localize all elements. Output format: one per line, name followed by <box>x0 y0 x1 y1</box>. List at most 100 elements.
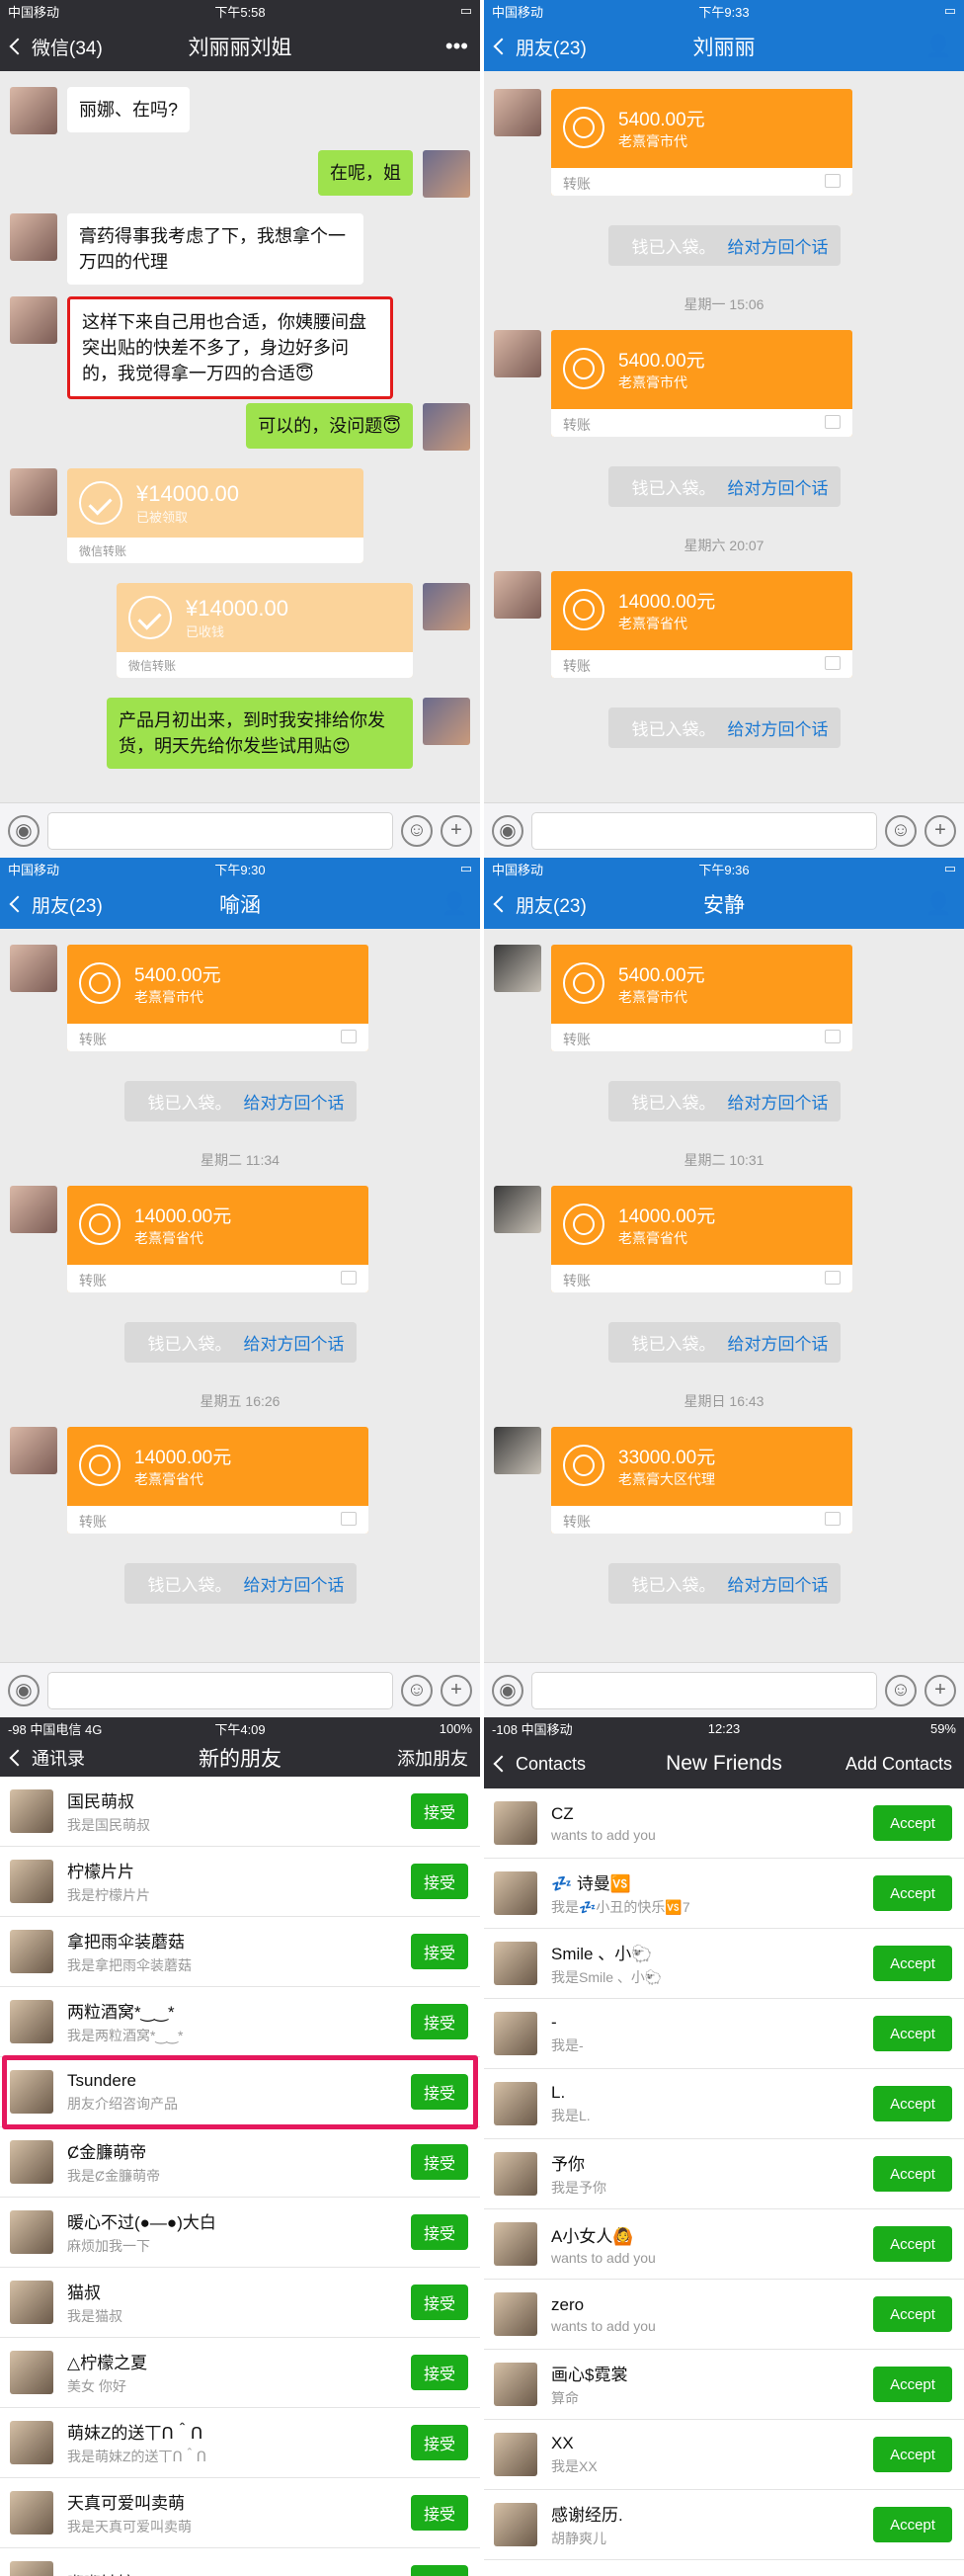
reply-link[interactable]: 给对方回个话 <box>728 1335 829 1354</box>
message-bubble[interactable]: 可以的，没问题😇 <box>246 403 413 449</box>
plus-icon[interactable]: + <box>441 814 472 847</box>
back-button[interactable]: Contacts <box>493 1754 586 1775</box>
accept-button[interactable]: 接受 <box>411 2004 468 2039</box>
accept-button[interactable]: 接受 <box>411 2495 468 2531</box>
friend-request-row[interactable]: 予你 我是予你 Accept <box>484 2139 964 2209</box>
accept-button[interactable]: Accept <box>873 2507 952 2542</box>
accept-button[interactable]: Accept <box>873 1946 952 1981</box>
friend-request-row[interactable]: 国民萌叔 我是国民萌叔 接受 <box>0 1777 480 1847</box>
transfer-card[interactable]: 5400.00元 老熹膏市代 转账 <box>551 330 852 437</box>
accept-button[interactable]: Accept <box>873 2156 952 2192</box>
transfer-card[interactable]: 14000.00元 老熹膏省代 转账 <box>67 1186 368 1292</box>
message-bubble[interactable]: 丽娜、在吗? <box>67 87 191 132</box>
friend-request-row[interactable]: CZ wants to add you Accept <box>484 1788 964 1859</box>
emoji-icon[interactable]: ☺ <box>885 1674 917 1706</box>
accept-button[interactable]: 接受 <box>411 2285 468 2320</box>
friend-request-row[interactable]: 💤 诗曼🆚 我是💤小丑的快乐🆚7 Accept <box>484 1859 964 1929</box>
contact-profile-icon[interactable]: 👤 <box>925 34 952 59</box>
transfer-card[interactable]: 5400.00元 老熹膏市代 转账 <box>67 945 368 1051</box>
accept-button[interactable]: 接受 <box>411 1864 468 1899</box>
plus-icon[interactable]: + <box>441 1674 472 1706</box>
emoji-icon[interactable]: ☺ <box>401 1674 433 1706</box>
accept-button[interactable]: 接受 <box>411 1934 468 1969</box>
back-button[interactable]: 朋友(23) <box>9 891 103 918</box>
more-icon[interactable]: ••• <box>445 34 468 59</box>
emoji-icon[interactable]: ☺ <box>401 814 433 847</box>
friend-request-row[interactable]: A小女人🙆 wants to add you Accept <box>484 2209 964 2280</box>
friend-request-row[interactable]: Tsundere 朋友介绍咨询产品 接受 <box>0 2057 480 2127</box>
friend-request-row[interactable]: 萌妹Z的送丅ᑎ＾ᑎ 我是萌妹Z的送丅ᑎ＾ᑎ 接受 <box>0 2408 480 2478</box>
friend-request-row[interactable]: Ȼ金臁萌帝 我是Ȼ金臁萌帝 接受 <box>0 2127 480 2198</box>
highlighted-message-bubble[interactable]: 这样下来自己用也合适，你姨腰间盘突出贴的快差不多了，身边好多问的，我觉得拿一万四… <box>67 296 393 399</box>
accept-button[interactable]: Accept <box>873 1875 952 1911</box>
friend-request-row[interactable]: zero wants to add you Accept <box>484 2280 964 2350</box>
back-button[interactable]: 通讯录 <box>9 1745 85 1771</box>
wechat-transfer-card[interactable]: ¥14000.00 已被领取 微信转账 <box>67 468 363 563</box>
friend-request-row[interactable]: 画心$霓裳 算命 Accept <box>484 2350 964 2420</box>
friend-request-row[interactable]: 猫叔 我是猫叔 接受 <box>0 2268 480 2338</box>
friend-request-row[interactable]: 感谢经历. 胡静爽儿 Accept <box>484 2490 964 2560</box>
plus-icon[interactable]: + <box>924 1674 956 1706</box>
accept-button[interactable]: Accept <box>873 1805 952 1841</box>
reply-link[interactable]: 给对方回个话 <box>728 238 829 257</box>
transfer-card[interactable]: 14000.00元 老熹膏省代 转账 <box>551 1186 852 1292</box>
accept-button[interactable]: 接受 <box>411 2425 468 2460</box>
back-button[interactable]: 朋友(23) <box>493 891 587 918</box>
plus-icon[interactable]: + <box>924 814 956 847</box>
accept-button[interactable]: 接受 <box>411 2214 468 2250</box>
voice-icon[interactable]: ◉ <box>8 814 40 847</box>
voice-icon[interactable]: ◉ <box>492 814 523 847</box>
friend-request-row[interactable]: 嘟嘟姑娘♪接受 <box>0 2548 480 2576</box>
accept-button[interactable]: 接受 <box>411 1793 468 1829</box>
friend-request-row[interactable]: 拿把雨伞装蘑菇 我是拿把雨伞装蘑菇 接受 <box>0 1917 480 1987</box>
accept-button[interactable]: Accept <box>873 2367 952 2402</box>
accept-button[interactable]: Accept <box>873 2086 952 2121</box>
message-bubble[interactable]: 膏药得事我考虑了下，我想拿个一万四的代理 <box>67 213 363 285</box>
transfer-card[interactable]: 14000.00元 老熹膏省代 转账 <box>551 571 852 678</box>
contact-profile-icon[interactable]: 👤 <box>442 891 468 917</box>
friend-request-row[interactable]: 暖心不过(●—●)大白 麻烦加我一下 接受 <box>0 2198 480 2268</box>
reply-link[interactable]: 给对方回个话 <box>244 1094 345 1113</box>
add-friend-button[interactable]: 添加朋友 <box>397 1745 468 1771</box>
accept-button[interactable]: 接受 <box>411 2355 468 2390</box>
accept-button[interactable]: 接受 <box>411 2074 468 2110</box>
message-bubble[interactable]: 在呢，姐 <box>318 150 413 196</box>
transfer-card[interactable]: 14000.00元 老熹膏省代 转账 <box>67 1427 368 1534</box>
contact-profile-icon[interactable]: 👤 <box>925 891 952 917</box>
message-input[interactable] <box>531 811 877 850</box>
accept-button[interactable]: Accept <box>873 2226 952 2262</box>
reply-link[interactable]: 给对方回个话 <box>244 1576 345 1595</box>
accept-button[interactable]: 接受 <box>411 2565 468 2576</box>
friend-request-row[interactable]: Smile 、小🐑 我是Smile 、小🐑 Accept <box>484 1929 964 1999</box>
accept-button[interactable]: Accept <box>873 2016 952 2051</box>
friend-request-row[interactable]: 两粒酒窝*‿‿* 我是两粒酒窝*‿‿* 接受 <box>0 1987 480 2057</box>
friend-request-row[interactable]: - 我是- Accept <box>484 1999 964 2069</box>
reply-link[interactable]: 给对方回个话 <box>728 479 829 498</box>
back-button[interactable]: 微信(34) <box>9 34 103 60</box>
friend-request-row[interactable]: XX 我是XX Accept <box>484 2420 964 2490</box>
reply-link[interactable]: 给对方回个话 <box>728 1094 829 1113</box>
accept-button[interactable]: 接受 <box>411 2144 468 2180</box>
transfer-card[interactable]: 5400.00元 老熹膏市代 转账 <box>551 89 852 196</box>
add-contacts-button[interactable]: Add Contacts <box>845 1754 952 1775</box>
voice-icon[interactable]: ◉ <box>492 1674 523 1706</box>
transfer-card[interactable]: 33000.00元 老熹膏大区代理 转账 <box>551 1427 852 1534</box>
voice-icon[interactable]: ◉ <box>8 1674 40 1706</box>
friend-request-row[interactable]: △柠檬之夏 美女 你好 接受 <box>0 2338 480 2408</box>
reply-link[interactable]: 给对方回个话 <box>728 720 829 739</box>
transfer-card[interactable]: 5400.00元 老熹膏市代 转账 <box>551 945 852 1051</box>
message-input[interactable] <box>47 811 393 850</box>
back-button[interactable]: 朋友(23) <box>493 34 587 60</box>
friend-request-row[interactable]: 柠檬片片 我是柠檬片片 接受 <box>0 1847 480 1917</box>
message-input[interactable] <box>531 1671 877 1709</box>
wechat-transfer-card[interactable]: ¥14000.00 已收钱 微信转账 <box>117 583 413 678</box>
accept-button[interactable]: Accept <box>873 2296 952 2332</box>
emoji-icon[interactable]: ☺ <box>885 814 917 847</box>
reply-link[interactable]: 给对方回个话 <box>728 1576 829 1595</box>
friend-request-row[interactable]: 天真可爱叫卖萌 我是天真可爱叫卖萌 接受 <box>0 2478 480 2548</box>
friend-request-row[interactable]: L. 我是L. Accept <box>484 2069 964 2139</box>
reply-link[interactable]: 给对方回个话 <box>244 1335 345 1354</box>
message-input[interactable] <box>47 1671 393 1709</box>
accept-button[interactable]: Accept <box>873 2437 952 2472</box>
message-bubble[interactable]: 产品月初出来，到时我安排给你发货，明天先给你发些试用贴😍 <box>107 698 413 769</box>
